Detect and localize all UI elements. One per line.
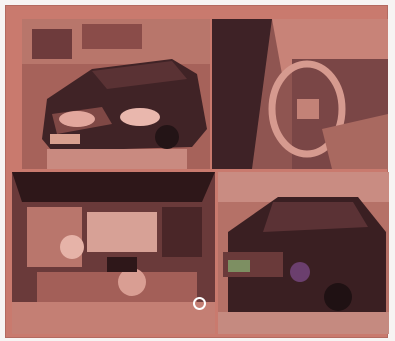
car-interior-photo [212, 19, 388, 169]
photo-collage [5, 5, 389, 338]
car-rear-photo [218, 172, 389, 334]
engine-bay-photo [12, 172, 215, 334]
camera-indicator-icon[interactable] [193, 297, 206, 310]
car-front-photo [22, 19, 210, 169]
